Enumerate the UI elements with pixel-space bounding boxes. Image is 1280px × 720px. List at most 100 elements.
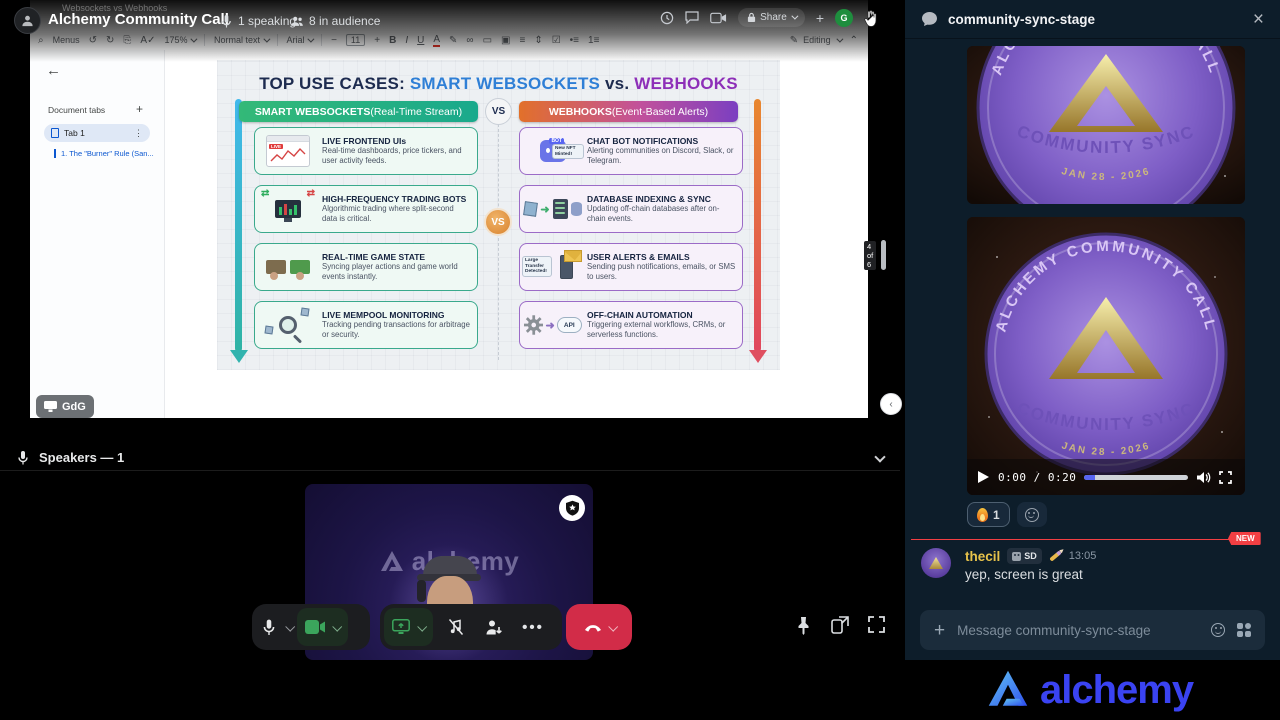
channel-name: community-sync-stage — [948, 12, 1095, 27]
add-reaction-button[interactable] — [1017, 502, 1047, 527]
tab-options-kebab[interactable]: ⋮ — [134, 128, 143, 139]
moderator-badge — [559, 495, 585, 521]
chat-bubble-icon — [921, 11, 938, 27]
trading-bot-icon: ⇄ ⇄ — [259, 188, 317, 230]
add-tab-button[interactable]: + — [136, 102, 143, 116]
frontend-ui-icon: LIVE — [259, 130, 317, 172]
doc-tabs-sidebar: ← Document tabs + Tab 1 ⋮ 1. The "Burner… — [30, 50, 165, 418]
center-dashed-line — [498, 124, 499, 360]
back-arrow-button[interactable]: ← — [46, 62, 61, 79]
video-timestamp: 0:00 / 0:20 — [998, 471, 1076, 484]
video-controls: 0:00 / 0:20 — [967, 459, 1245, 495]
cell-chat-bot: BOT New NFT Minted! CHAT BOT NOTIFICATIO… — [519, 127, 743, 175]
message-composer: + — [920, 610, 1265, 650]
alchemy-brand-logo: alchemy — [985, 660, 1193, 720]
role-badge: SD — [1007, 548, 1042, 564]
page-indicator-tooltip: 4 of 6 — [864, 241, 876, 270]
speaker-headset — [417, 580, 426, 602]
right-arrowhead — [749, 350, 767, 363]
gdocs-header-icons[interactable]: Share + G — [660, 8, 880, 27]
emoji-picker-button[interactable] — [1211, 623, 1225, 637]
avatar[interactable] — [921, 548, 951, 578]
pin-button[interactable] — [795, 616, 812, 635]
left-arrowhead — [230, 350, 248, 363]
robot-icon — [1012, 552, 1021, 561]
alerts-email-icon: Large Transfer Detected! — [524, 246, 582, 288]
comments-icon[interactable] — [685, 11, 699, 24]
document-tabs-label: Document tabs — [48, 105, 105, 115]
message-input[interactable] — [957, 623, 1199, 638]
camera-options-chevron[interactable] — [332, 621, 342, 631]
shield-star-icon — [565, 500, 580, 516]
fire-icon — [977, 508, 988, 522]
call-header-overlay: Websockets vs Webhooks Alchemy Community… — [0, 0, 900, 62]
more-options-button[interactable]: ••• — [513, 619, 553, 636]
cell-offchain-automation: ➜ API OFF-CHAIN AUTOMATION Triggering ex… — [519, 301, 743, 349]
mute-button[interactable] — [252, 618, 286, 636]
coin-video-attachment[interactable]: ALCHEMY COMMUNITY CALL COMMUNITY SYNC JA… — [967, 217, 1245, 495]
screenshare-button[interactable] — [384, 608, 433, 646]
doc-icon — [51, 128, 59, 138]
gear-cloud-api-icon: ➜ API — [524, 304, 582, 346]
add-person-icon[interactable]: + — [816, 10, 824, 26]
speakers-section-header[interactable]: Speakers — 1 — [0, 444, 900, 471]
apps-button[interactable] — [1237, 623, 1251, 637]
soundboard-muted-icon — [447, 618, 465, 636]
close-icon[interactable]: × — [1253, 10, 1264, 29]
chat-header: community-sync-stage × — [905, 0, 1280, 38]
move-to-audience-button[interactable] — [475, 619, 513, 636]
end-call-button[interactable] — [566, 604, 632, 650]
fire-reaction-pill[interactable]: 1 — [967, 502, 1010, 527]
chevron-down-icon[interactable] — [874, 451, 885, 462]
add-reaction-icon — [1025, 508, 1039, 522]
streamer-name-badge: GdG — [36, 395, 94, 418]
message-author[interactable]: thecil — [965, 549, 1000, 564]
streamer-name: GdG — [62, 401, 86, 413]
popout-button[interactable] — [831, 616, 849, 634]
share-tools-group: ••• — [380, 604, 562, 650]
mic-options-chevron[interactable] — [285, 621, 295, 631]
meet-icon[interactable] — [710, 12, 727, 24]
tab-1[interactable]: Tab 1 ⋮ — [44, 124, 150, 142]
video-seekbar[interactable] — [1084, 475, 1188, 480]
account-avatar[interactable]: G — [835, 9, 853, 27]
chat-panel: community-sync-stage × ALCHEMY COMMUNITY… — [905, 0, 1280, 660]
mic-camera-group — [252, 604, 370, 650]
pin-icon — [795, 616, 812, 635]
end-call-options-chevron[interactable] — [608, 621, 618, 631]
fullscreen-icon — [868, 616, 885, 633]
person-icon — [21, 14, 34, 27]
tab-1-label: Tab 1 — [64, 128, 85, 138]
alchemy-logo-icon — [985, 669, 1031, 711]
doc-scrollbar[interactable] — [881, 240, 886, 270]
infographic: TOP USE CASES: SMART WEBSOCKETS vs. WEBH… — [217, 60, 780, 370]
cell-mempool: LIVE MEMPOOL MONITORING Tracking pending… — [254, 301, 478, 349]
popout-icon — [831, 616, 849, 634]
collapse-sidebar-button[interactable]: ‹ — [880, 393, 902, 415]
person-down-arrow-icon — [485, 619, 503, 636]
coin-image-attachment[interactable]: ALCHEMY COMMUNITY CALL COMMUNITY SYNC JA… — [967, 46, 1245, 204]
mic-icon — [16, 450, 30, 465]
message-header: thecil SD 13:05 — [965, 548, 1096, 564]
video-fullscreen-icon[interactable] — [1219, 471, 1232, 484]
share-button[interactable]: Share — [738, 8, 805, 27]
cell-db-indexing: ➜ DATABASE INDEXING & SYNC Updating off-… — [519, 185, 743, 233]
soundboard-button[interactable] — [437, 618, 475, 636]
subtab-label: 1. The "Burner" Rule (San... — [61, 149, 154, 158]
brand-wordmark: alchemy — [1040, 668, 1193, 713]
speaking-status: 1 speaking — [220, 14, 296, 28]
vs-badge-top: VS — [485, 98, 512, 125]
play-button[interactable] — [977, 470, 990, 484]
attach-button[interactable]: + — [934, 621, 945, 640]
camera-button[interactable] — [297, 608, 348, 646]
fullscreen-button[interactable] — [868, 616, 885, 633]
reactions-row: 1 — [967, 502, 1047, 527]
subtab-burner-rule[interactable]: 1. The "Burner" Rule (San... — [54, 149, 154, 158]
volume-icon[interactable] — [1196, 471, 1211, 484]
screenshare-options-chevron[interactable] — [417, 621, 427, 631]
call-title: Alchemy Community Call — [48, 11, 229, 28]
stage-channel-avatar — [14, 7, 41, 34]
hand-cursor-icon — [864, 9, 880, 27]
history-icon[interactable] — [660, 11, 674, 25]
mic-icon — [261, 618, 277, 636]
